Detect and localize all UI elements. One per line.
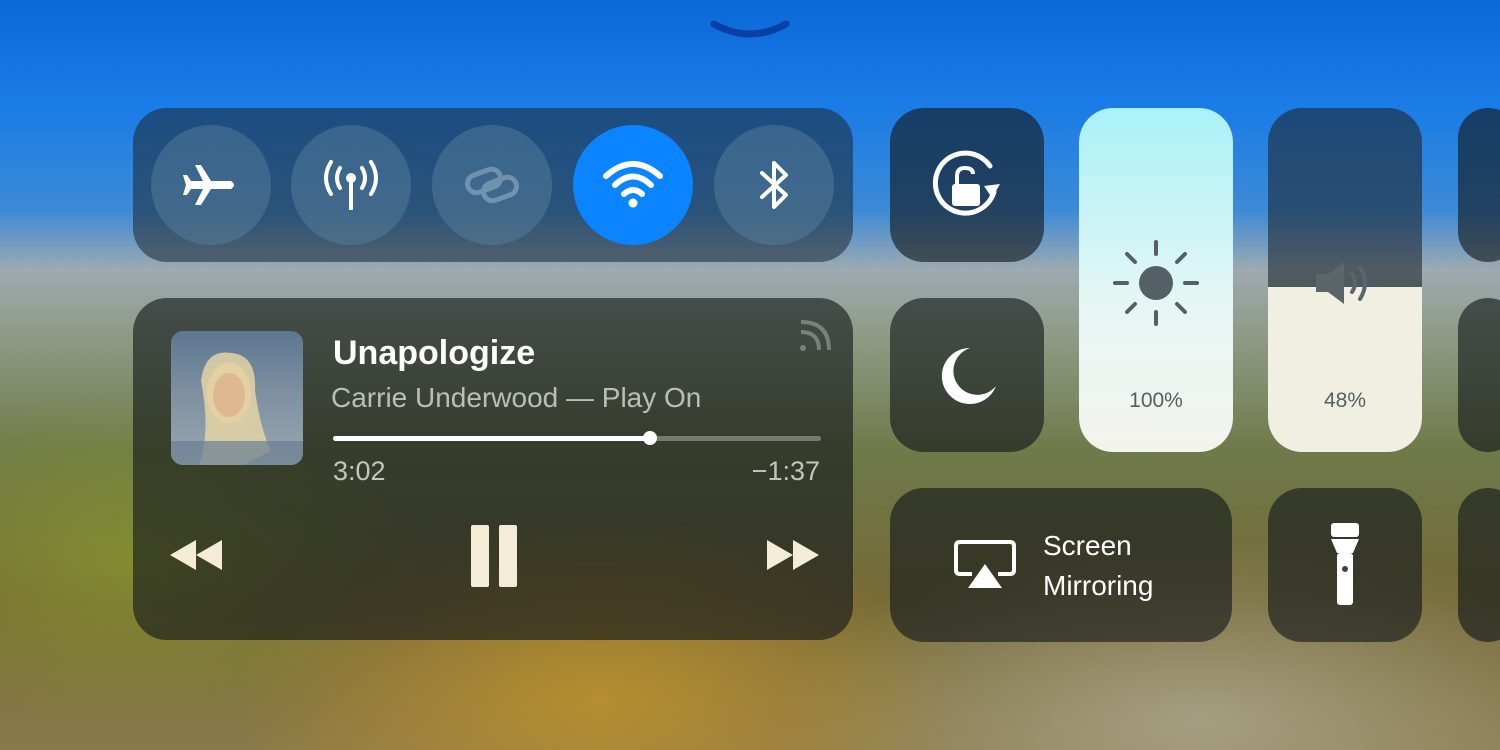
sun-icon (1113, 240, 1199, 326)
dismiss-chevron-icon[interactable] (710, 18, 790, 48)
connectivity-module (133, 108, 853, 262)
volume-slider[interactable]: 48% (1268, 108, 1422, 452)
album-artwork[interactable] (171, 331, 303, 465)
edge-tile-middle[interactable] (1458, 298, 1500, 452)
airplane-mode-toggle[interactable] (151, 125, 271, 245)
brightness-value: 100% (1129, 389, 1183, 412)
playback-progress (333, 436, 651, 441)
speaker-icon (1316, 262, 1367, 304)
orientation-lock-toggle[interactable] (890, 108, 1044, 262)
scrubber-knob[interactable] (643, 431, 658, 445)
song-title: Unapologize (333, 334, 536, 372)
airplay-screen-icon (954, 540, 1016, 588)
bluetooth-icon (760, 161, 788, 209)
link-icon (464, 166, 520, 204)
playback-scrubber[interactable] (333, 431, 821, 445)
now-playing-module: Unapologize Carrie Underwood — Play On 3… (133, 298, 853, 640)
screen-mirroring-button[interactable]: Screen Mirroring (890, 488, 1232, 642)
wifi-toggle[interactable] (573, 125, 693, 245)
do-not-disturb-toggle[interactable] (890, 298, 1044, 452)
remaining-time: −1:37 (751, 456, 820, 486)
brightness-slider[interactable]: 100% (1079, 108, 1233, 452)
airplay-audio-icon[interactable] (797, 320, 831, 354)
rewind-button[interactable] (166, 538, 226, 572)
rotation-lock-icon (932, 150, 1000, 216)
wifi-icon (603, 161, 663, 208)
personal-hotspot-toggle[interactable] (432, 125, 552, 245)
flashlight-toggle[interactable] (1268, 488, 1422, 642)
screen-mirroring-label: Screen Mirroring (1043, 530, 1154, 601)
volume-value: 48% (1323, 389, 1367, 412)
song-artist-album: Carrie Underwood — Play On (331, 382, 702, 413)
elapsed-time: 3:02 (333, 456, 386, 486)
moon-icon (941, 347, 996, 404)
cellular-data-toggle[interactable] (291, 125, 411, 245)
edge-tile-bottom[interactable] (1458, 488, 1500, 642)
flashlight-icon (1331, 523, 1359, 605)
fast-forward-button[interactable] (763, 538, 823, 572)
airplane-icon (183, 165, 234, 205)
antenna-icon (324, 160, 378, 210)
volume-level (1268, 286, 1422, 452)
pause-button[interactable] (469, 525, 519, 587)
bluetooth-toggle[interactable] (714, 125, 834, 245)
edge-tile-top[interactable] (1458, 108, 1500, 262)
